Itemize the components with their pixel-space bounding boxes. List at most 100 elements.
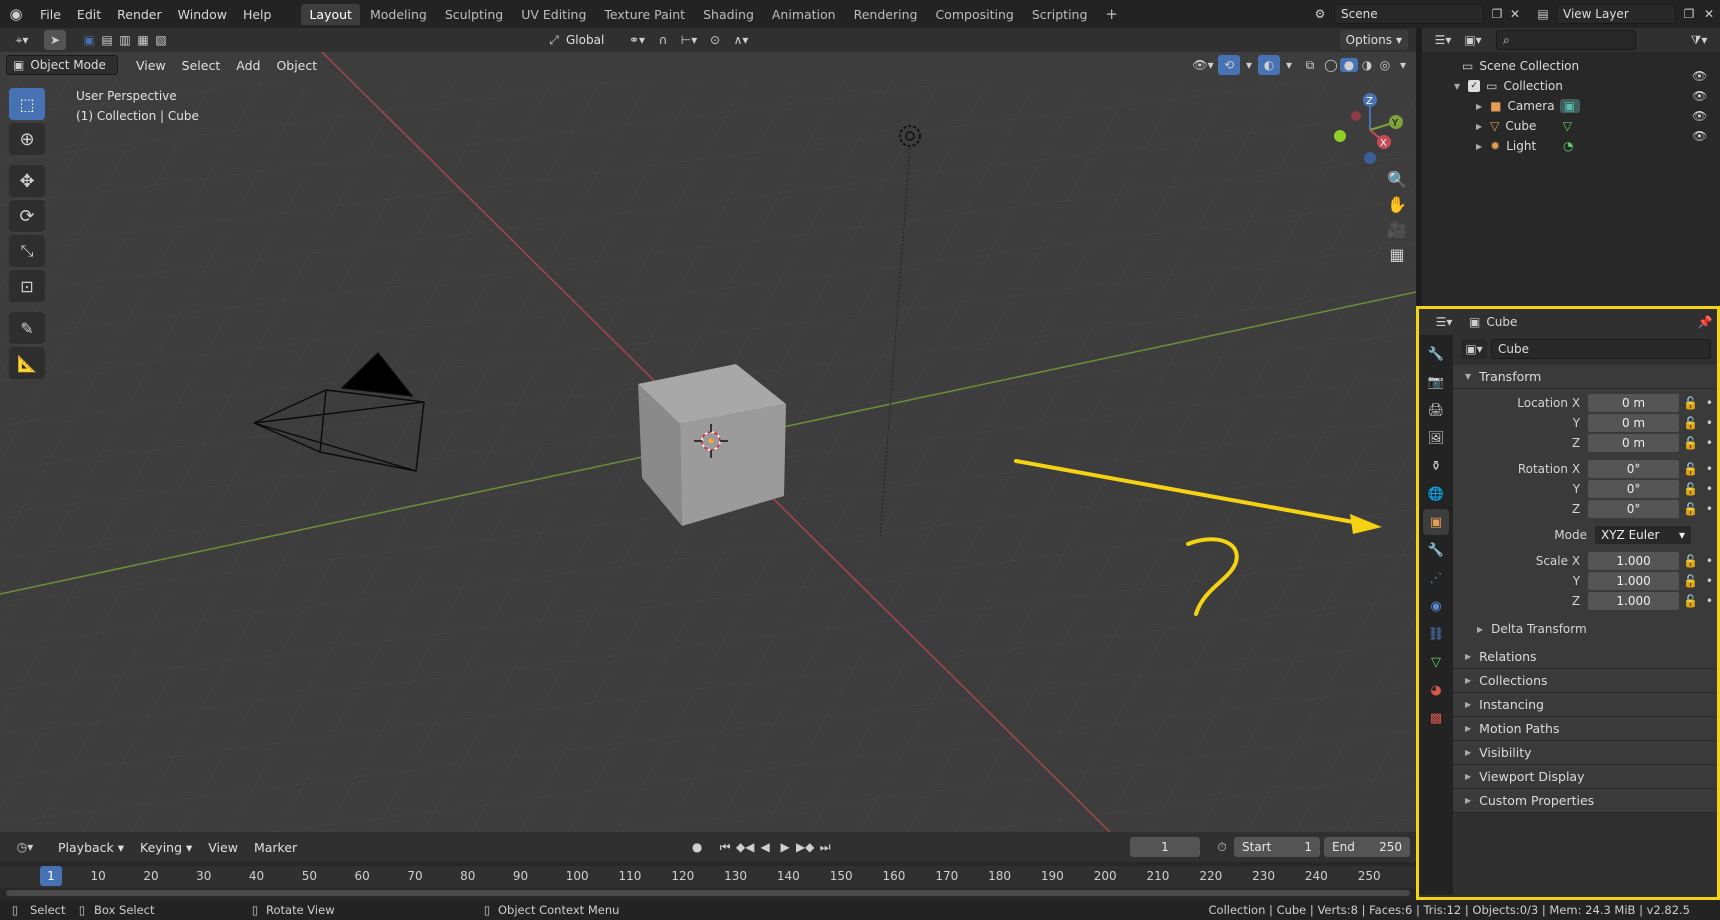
- output-tab-icon[interactable]: 🖨: [1423, 397, 1449, 423]
- camera-view-icon[interactable]: 🎥: [1387, 220, 1407, 239]
- lock-icon[interactable]: 🔓: [1679, 574, 1702, 588]
- measure-tool[interactable]: 📐: [9, 347, 45, 379]
- eye-icon[interactable]: 👁: [1692, 66, 1707, 86]
- ortho-grid-icon[interactable]: ▦: [1389, 245, 1404, 264]
- end-frame-field[interactable]: End 250: [1324, 837, 1410, 857]
- view-layer-field[interactable]: View Layer: [1556, 4, 1676, 24]
- zoom-icon[interactable]: 🔍: [1387, 170, 1407, 189]
- prev-keyframe-icon[interactable]: ◆◀: [735, 840, 755, 854]
- tab-sculpting[interactable]: Sculpting: [437, 4, 511, 25]
- motion-paths-panel-header[interactable]: ▶ Motion Paths: [1453, 717, 1717, 741]
- copy-scene-icon[interactable]: ❐: [1488, 7, 1506, 21]
- play-reverse-icon[interactable]: ◀: [755, 840, 775, 854]
- render-tab-icon[interactable]: 📷: [1423, 369, 1449, 395]
- tab-modeling[interactable]: Modeling: [362, 4, 435, 25]
- tab-shading[interactable]: Shading: [695, 4, 762, 25]
- overlays-toggle-icon[interactable]: ◐: [1258, 55, 1280, 75]
- outliner-editor-icon[interactable]: ☰▾: [1428, 33, 1458, 47]
- gizmo-dropdown-icon[interactable]: ▾: [1240, 58, 1258, 72]
- shading-rendered-icon[interactable]: ◎: [1376, 58, 1394, 72]
- filter-icon[interactable]: ⧩▾: [1684, 33, 1714, 48]
- mesh-data-icon[interactable]: ▽: [1557, 119, 1577, 133]
- rotation-y-field[interactable]: 0°: [1588, 480, 1680, 498]
- playhead[interactable]: 1: [40, 866, 62, 886]
- rotation-mode-dropdown[interactable]: XYZ Euler ▾: [1595, 526, 1691, 544]
- properties-editor-icon[interactable]: ☰▾: [1429, 315, 1459, 329]
- lock-icon[interactable]: 🔓: [1679, 396, 1702, 410]
- copy-view-layer-icon[interactable]: ❐: [1680, 7, 1698, 21]
- outliner-item-cube[interactable]: ▶ ▽ Cube ▽: [1476, 116, 1720, 136]
- lock-icon[interactable]: 🔓: [1679, 436, 1702, 450]
- transform-orientation-icon[interactable]: ⤢: [546, 33, 562, 48]
- snap-target-icon[interactable]: ⊢▾: [674, 33, 704, 47]
- scale-x-field[interactable]: 1.000: [1588, 552, 1680, 570]
- proportional-edit-icon[interactable]: ⊙: [704, 33, 726, 47]
- outliner-scene-collection[interactable]: ▭ Scene Collection: [1462, 56, 1720, 76]
- data-tab-icon[interactable]: ▽: [1423, 649, 1449, 675]
- visibility-panel-header[interactable]: ▶ Visibility: [1453, 741, 1717, 765]
- timeline-menu-view[interactable]: View: [200, 840, 246, 855]
- keyframe-dot-icon[interactable]: •: [1702, 482, 1717, 496]
- viewport-scene[interactable]: ?: [0, 28, 1416, 832]
- select-tool-icon[interactable]: ➤: [44, 30, 66, 50]
- scene-icon[interactable]: ⚙: [1306, 7, 1334, 21]
- cursor-tool[interactable]: ⊕: [9, 123, 45, 155]
- scale-y-field[interactable]: 1.000: [1588, 572, 1680, 590]
- lock-icon[interactable]: 🔓: [1679, 502, 1702, 516]
- jump-start-icon[interactable]: ⏮: [715, 840, 735, 855]
- eye-icon[interactable]: 👁: [1692, 86, 1707, 106]
- viewport-menu-select[interactable]: Select: [174, 58, 229, 73]
- viewport-display-panel-header[interactable]: ▶ Viewport Display: [1453, 765, 1717, 789]
- editor-type-icon[interactable]: ⌖▾: [6, 33, 38, 48]
- view-layer-tab-icon[interactable]: 🖼: [1423, 425, 1449, 451]
- transform-panel-header[interactable]: ▼ Transform: [1453, 365, 1717, 389]
- shading-material-icon[interactable]: ◑: [1358, 58, 1376, 72]
- outliner-item-camera[interactable]: ▶ ■ Camera ▣: [1476, 96, 1720, 116]
- menu-file[interactable]: File: [32, 7, 69, 22]
- pin-icon[interactable]: 📌: [1693, 315, 1717, 329]
- object-browse-icon[interactable]: ▣▾: [1461, 339, 1487, 359]
- keyframe-dot-icon[interactable]: •: [1702, 416, 1717, 430]
- checkbox-icon[interactable]: ✓: [1468, 80, 1481, 92]
- select-mode-new-icon[interactable]: ▣: [80, 33, 98, 47]
- instancing-panel-header[interactable]: ▶ Instancing: [1453, 693, 1717, 717]
- world-tab-icon[interactable]: 🌐: [1423, 481, 1449, 507]
- next-keyframe-icon[interactable]: ▶◆: [795, 840, 815, 854]
- timeline-menu-marker[interactable]: Marker: [246, 840, 305, 855]
- tab-scripting[interactable]: Scripting: [1024, 4, 1096, 25]
- timeline-ruler[interactable]: 1 10 20 30 40 50 60 70 80 90 100 110 120 130 140 150 16…: [0, 866, 1416, 888]
- start-frame-field[interactable]: Start 1: [1234, 837, 1320, 857]
- material-tab-icon[interactable]: ◕: [1423, 677, 1449, 703]
- delta-transform-header[interactable]: ▶ Delta Transform: [1453, 619, 1717, 639]
- lock-icon[interactable]: 🔓: [1679, 482, 1702, 496]
- rotate-tool[interactable]: ⟳: [9, 200, 45, 232]
- menu-edit[interactable]: Edit: [69, 7, 109, 22]
- lock-icon[interactable]: 🔓: [1679, 594, 1702, 608]
- visibility-dropdown-icon[interactable]: 👁▾: [1188, 58, 1218, 72]
- rotation-z-field[interactable]: 0°: [1588, 500, 1680, 518]
- camera-data-icon[interactable]: ▣: [1559, 99, 1580, 113]
- scene-tab-icon[interactable]: ⚱: [1423, 453, 1449, 479]
- 3d-viewport[interactable]: ?: [0, 28, 1416, 832]
- pan-hand-icon[interactable]: ✋: [1387, 195, 1407, 214]
- physics-tab-icon[interactable]: ◉: [1423, 593, 1449, 619]
- scene-field[interactable]: Scene: [1334, 4, 1484, 24]
- location-y-field[interactable]: 0 m: [1588, 414, 1680, 432]
- current-frame-field[interactable]: 1: [1130, 837, 1200, 857]
- view-layer-icon[interactable]: ▤: [1530, 7, 1556, 21]
- viewport-menu-add[interactable]: Add: [228, 58, 268, 73]
- select-box-tool[interactable]: ⬚: [9, 88, 45, 120]
- select-mode-invert-icon[interactable]: ▦: [134, 33, 152, 47]
- record-icon[interactable]: ●: [685, 840, 709, 854]
- scale-z-field[interactable]: 1.000: [1588, 592, 1680, 610]
- keyframe-dot-icon[interactable]: •: [1702, 502, 1717, 516]
- close-view-layer-icon[interactable]: ✕: [1698, 7, 1720, 21]
- outliner-collection[interactable]: ▼ ✓ ▭ Collection: [1454, 76, 1720, 96]
- modifier-tab-icon[interactable]: 🔧: [1423, 537, 1449, 563]
- scale-tool[interactable]: ⤡: [9, 235, 45, 267]
- particles-tab-icon[interactable]: ⋰: [1423, 565, 1449, 591]
- orientation-dropdown[interactable]: Global: [562, 33, 622, 47]
- eye-icon[interactable]: 👁: [1692, 126, 1707, 146]
- texture-tab-icon[interactable]: ▩: [1423, 705, 1449, 731]
- viewport-menu-object[interactable]: Object: [268, 58, 325, 73]
